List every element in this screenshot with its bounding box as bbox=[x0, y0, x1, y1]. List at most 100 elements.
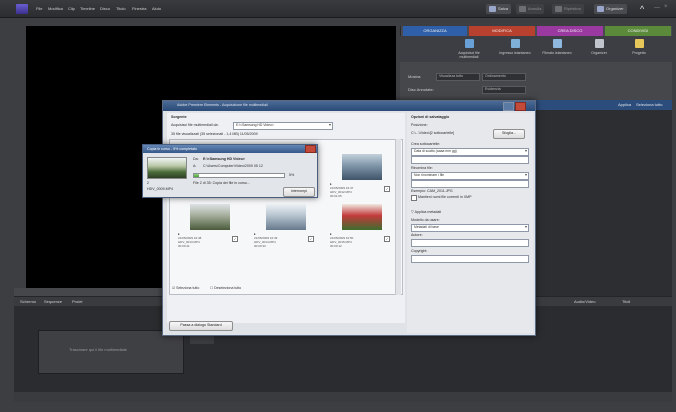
template-select[interactable]: Metadati di base bbox=[411, 224, 529, 232]
location-label: Posizione: bbox=[411, 123, 428, 127]
media-downloader-dialog: Adobe Premiere Elements - Acquisizione f… bbox=[162, 100, 536, 336]
close-icon[interactable] bbox=[305, 145, 316, 153]
stop-button[interactable]: Interrompi bbox=[283, 187, 315, 197]
tab-share[interactable]: CONDIVIDI bbox=[605, 26, 671, 36]
keep-name-label: Mantieni nomi file correnti in XMP bbox=[418, 195, 472, 199]
keep-name-checkbox[interactable] bbox=[411, 195, 417, 201]
progress-status: File 2 di 35: Copia dei file in corso... bbox=[193, 181, 250, 185]
tab-audio-video[interactable]: Audio/Video bbox=[574, 299, 596, 304]
source-select[interactable]: E:\<Samsung HD Video> bbox=[233, 122, 333, 130]
edit-toolbar: Acquisisci file multimediali Ingresso is… bbox=[400, 36, 672, 62]
metadata-heading: ▽ Applica metadati bbox=[411, 210, 442, 214]
tab-titles[interactable]: Titoli bbox=[622, 299, 630, 304]
rename-select[interactable]: Non rinominare i file bbox=[411, 172, 529, 180]
deselect-all-link[interactable]: ☐ Deseleziona tutto bbox=[210, 286, 241, 290]
file-index: 2 bbox=[147, 181, 149, 185]
thumbnail-checkbox[interactable]: ✓ bbox=[308, 236, 314, 242]
subfolder-select[interactable]: Data di scatto (aaaa mm gg) bbox=[411, 148, 529, 156]
menu-title[interactable]: Titolo bbox=[116, 6, 126, 11]
media-thumbnail[interactable] bbox=[342, 154, 382, 180]
organizer-label: Organizer bbox=[606, 6, 624, 11]
select-all-link[interactable]: ☑ Seleziona tutto bbox=[172, 286, 199, 290]
tool-label: Ingresso istantaneo bbox=[499, 51, 531, 55]
subfolder-label: Crea sottocartelle: bbox=[411, 142, 441, 146]
minimize-icon[interactable] bbox=[503, 102, 514, 111]
subfolder-custom-field[interactable] bbox=[411, 156, 529, 164]
tool-instant-movie[interactable]: Filmato istantaneo bbox=[540, 38, 574, 55]
media-thumbnail[interactable] bbox=[342, 204, 382, 230]
menu-disc[interactable]: Disco bbox=[100, 6, 110, 11]
from-value: E:\<Samsung HD Video> bbox=[203, 157, 245, 161]
close-icon[interactable] bbox=[515, 102, 526, 111]
deselect-all-text: Deseleziona tutto bbox=[214, 286, 242, 290]
source-from-label: Acquisisci file multimediali da: bbox=[171, 123, 219, 127]
progress-title-bar: Copia in corso - 5% completato bbox=[143, 145, 317, 153]
author-field[interactable] bbox=[411, 239, 529, 247]
selected-info: 35 file visualizzati (35 selezionati - 1… bbox=[171, 132, 258, 136]
organizer-icon bbox=[594, 39, 604, 48]
tab-edit[interactable]: MODIFICA bbox=[469, 26, 535, 36]
file-name: HDV_0009.MP4 bbox=[147, 187, 173, 191]
sort-select[interactable]: Ordinamento bbox=[482, 73, 526, 81]
menu-timeline[interactable]: Timeline bbox=[80, 6, 95, 11]
menu-help[interactable]: Aiuto bbox=[152, 6, 161, 11]
app-window: File Modifica Clip Timeline Disco Titolo… bbox=[0, 0, 676, 412]
save-icon bbox=[489, 6, 496, 12]
thumbnail-checkbox[interactable]: ✓ bbox=[384, 186, 390, 192]
browse-button[interactable]: Sfoglia... bbox=[493, 129, 525, 139]
thumbnail-checkbox[interactable]: ✓ bbox=[384, 236, 390, 242]
menu-bar: File Modifica Clip Timeline Disco Titolo… bbox=[0, 0, 676, 18]
dialog-title: Adobe Premiere Elements - Acquisizione f… bbox=[177, 103, 268, 107]
highlight-select[interactable]: Evidenzia bbox=[482, 86, 526, 94]
from-label: Da: bbox=[193, 157, 199, 161]
thumbnail-meta: 21/05/2009 16:50 HDV_0015.MP4 00:00:12 bbox=[330, 236, 353, 248]
menu-clip[interactable]: Clip bbox=[68, 6, 75, 11]
menu-edit[interactable]: Modifica bbox=[48, 6, 63, 11]
tab-project[interactable]: Proiet bbox=[72, 299, 82, 304]
organizer-button[interactable]: Organizer bbox=[594, 4, 627, 14]
advanced-dialog-button[interactable]: Passa a dialogo Standard bbox=[169, 321, 233, 331]
thumbnail-meta: 21/05/2009 16:49 HDV_0014.MP4 00:00:33 bbox=[254, 236, 277, 248]
redo-label: Ripristina bbox=[564, 6, 581, 11]
tab-create-disc[interactable]: CREA DISCO bbox=[537, 26, 603, 36]
rename-label: Rinomina file: bbox=[411, 166, 433, 170]
tool-label: Progetto bbox=[632, 51, 646, 55]
tab-sequences[interactable]: Sequenze bbox=[44, 299, 62, 304]
thumbnail-checkbox[interactable]: ✓ bbox=[232, 236, 238, 242]
timeline-drop-zone[interactable]: Trascinare qui il file multimediale bbox=[38, 330, 184, 374]
tool-project[interactable]: Progetto bbox=[622, 38, 656, 55]
undo-button[interactable]: Annulla bbox=[516, 4, 545, 14]
progress-fill bbox=[194, 174, 199, 177]
help-icon[interactable]: ^ bbox=[640, 4, 644, 14]
annotate-label: Disc Annotate: bbox=[408, 87, 434, 92]
redo-button[interactable]: Ripristina bbox=[552, 4, 584, 14]
apply-label[interactable]: Applica bbox=[618, 102, 631, 107]
show-label: Mostra: bbox=[408, 74, 422, 79]
media-thumbnail[interactable] bbox=[266, 204, 306, 230]
menu-window[interactable]: Finestra bbox=[132, 6, 146, 11]
tab-screen[interactable]: Schermo bbox=[20, 299, 36, 304]
copyright-field[interactable] bbox=[411, 255, 529, 263]
tool-organizer[interactable]: Organizer bbox=[582, 38, 616, 55]
minimize-icon[interactable]: — bbox=[654, 5, 660, 11]
thumbnail-meta-line: 00:01:05 bbox=[330, 194, 342, 198]
menu-file[interactable]: File bbox=[36, 6, 42, 11]
tool-get-media[interactable]: Acquisisci file multimediali bbox=[452, 38, 486, 59]
tab-organize[interactable]: ORGANIZZA bbox=[403, 26, 467, 36]
media-thumbnail[interactable] bbox=[190, 204, 230, 230]
thumbnail-meta: 21/05/2009 16:47 HDV_0012.MP4 00:01:05 bbox=[330, 186, 353, 198]
thumbnail-meta-line: 00:00:41 bbox=[178, 244, 190, 248]
select-all-text: Seleziona tutto bbox=[176, 286, 200, 290]
timeline-scrollbar[interactable] bbox=[14, 392, 672, 402]
thumbnail-meta-line: 00:00:12 bbox=[330, 244, 342, 248]
author-label: Autore: bbox=[411, 233, 423, 237]
app-logo-icon bbox=[16, 4, 28, 14]
rename-custom-field[interactable] bbox=[411, 180, 529, 188]
save-button[interactable]: Salva bbox=[486, 4, 512, 14]
copy-progress-dialog: Copia in corso - 5% completato Da: E:\<S… bbox=[142, 144, 318, 198]
show-select[interactable]: Visualizza tutto bbox=[436, 73, 480, 81]
tool-instant[interactable]: Ingresso istantaneo bbox=[498, 38, 532, 55]
grid-scrollbar[interactable] bbox=[395, 139, 401, 295]
select-all-label[interactable]: Seleziona tutto bbox=[636, 102, 662, 107]
close-window-icon[interactable]: × bbox=[664, 4, 668, 10]
